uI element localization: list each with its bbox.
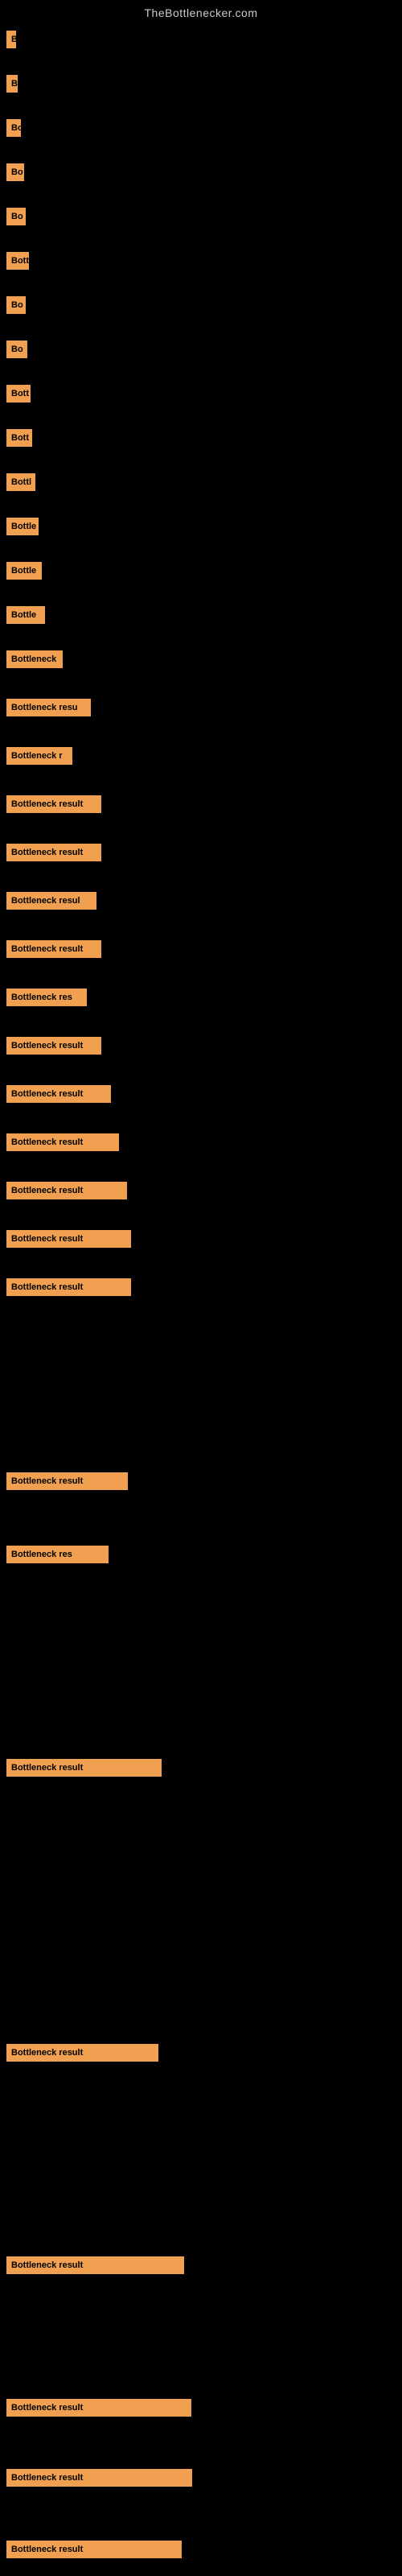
- bar-row: Bottle: [6, 562, 42, 580]
- bar-label: Bottleneck result: [6, 795, 101, 813]
- bar-label: Bo: [6, 296, 26, 314]
- bar-label: Bott: [6, 429, 32, 447]
- bar-label: Bo: [6, 341, 27, 358]
- bar-label: Bottleneck result: [6, 2541, 182, 2558]
- bar-row: Bo: [6, 119, 21, 137]
- bar-row: Bottleneck result: [6, 1182, 127, 1199]
- bar-row: Bottleneck result: [6, 2541, 182, 2558]
- bar-label: Bottleneck result: [6, 2044, 158, 2062]
- bar-row: Bottleneck result: [6, 795, 101, 813]
- bar-row: Bottleneck res: [6, 989, 87, 1006]
- bar-row: Bottleneck res: [6, 1546, 109, 1563]
- bar-label: Bott: [6, 385, 31, 402]
- bar-row: Bott: [6, 385, 31, 402]
- bar-row: Bottleneck resu: [6, 699, 91, 716]
- bar-row: Bottleneck result: [6, 1472, 128, 1490]
- bar-label: Bottleneck result: [6, 1133, 119, 1151]
- site-title: TheBottlenecker.com: [0, 0, 402, 23]
- bar-row: Bottleneck result: [6, 2469, 192, 2487]
- bar-row: Bo: [6, 208, 26, 225]
- bar-label: Bottleneck r: [6, 747, 72, 765]
- bar-row: Bottleneck r: [6, 747, 72, 765]
- bar-row: Bo: [6, 163, 24, 181]
- bar-label: Bottleneck res: [6, 989, 87, 1006]
- bar-label: Bottleneck result: [6, 1759, 162, 1777]
- bar-row: Bottleneck result: [6, 1278, 131, 1296]
- bar-label: Bottleneck result: [6, 2399, 191, 2417]
- bar-row: Bo: [6, 296, 26, 314]
- bar-row: B: [6, 75, 18, 93]
- bar-row: Bottleneck resul: [6, 892, 96, 910]
- bar-row: Bottleneck result: [6, 2044, 158, 2062]
- bar-label: Bottl: [6, 473, 35, 491]
- bar-label: B: [6, 31, 16, 48]
- bar-label: Bottleneck result: [6, 844, 101, 861]
- bar-row: Bottleneck result: [6, 1759, 162, 1777]
- bar-row: B: [6, 31, 16, 48]
- bar-label: Bottleneck result: [6, 1278, 131, 1296]
- bar-label: Bottleneck result: [6, 1472, 128, 1490]
- bar-label: Bottleneck res: [6, 1546, 109, 1563]
- bar-label: Bott: [6, 252, 29, 270]
- bar-label: Bottleneck: [6, 650, 63, 668]
- bar-label: Bo: [6, 119, 21, 137]
- bar-row: Bottleneck result: [6, 1085, 111, 1103]
- bar-label: Bottleneck resu: [6, 699, 91, 716]
- bar-label: Bottleneck result: [6, 1085, 111, 1103]
- bar-row: Bottleneck result: [6, 844, 101, 861]
- bar-label: Bo: [6, 163, 24, 181]
- bar-row: Bottl: [6, 473, 35, 491]
- bar-label: Bottleneck resul: [6, 892, 96, 910]
- bar-label: Bottleneck result: [6, 2469, 192, 2487]
- bar-row: Bott: [6, 429, 32, 447]
- bar-row: Bottleneck: [6, 650, 63, 668]
- bar-row: Bott: [6, 252, 29, 270]
- bars-container: B B Bo Bo Bo Bott Bo Bo Bott Bott Bottl Bottle Bottl…: [0, 23, 402, 2566]
- bar-label: Bottleneck result: [6, 2256, 184, 2274]
- bar-row: Bottle: [6, 518, 39, 535]
- bar-label: Bottleneck result: [6, 1182, 127, 1199]
- bar-label: B: [6, 75, 18, 93]
- bar-label: Bottleneck result: [6, 940, 101, 958]
- bar-row: Bottleneck result: [6, 1230, 131, 1248]
- bar-label: Bo: [6, 208, 26, 225]
- bar-row: Bottleneck result: [6, 2399, 191, 2417]
- bar-label: Bottle: [6, 518, 39, 535]
- bar-label: Bottleneck result: [6, 1230, 131, 1248]
- bar-row: Bottleneck result: [6, 1133, 119, 1151]
- bar-label: Bottle: [6, 562, 42, 580]
- bar-row: Bo: [6, 341, 27, 358]
- bar-label: Bottle: [6, 606, 45, 624]
- bar-label: Bottleneck result: [6, 1037, 101, 1055]
- bar-row: Bottleneck result: [6, 2256, 184, 2274]
- bar-row: Bottleneck result: [6, 940, 101, 958]
- bar-row: Bottleneck result: [6, 1037, 101, 1055]
- bar-row: Bottle: [6, 606, 45, 624]
